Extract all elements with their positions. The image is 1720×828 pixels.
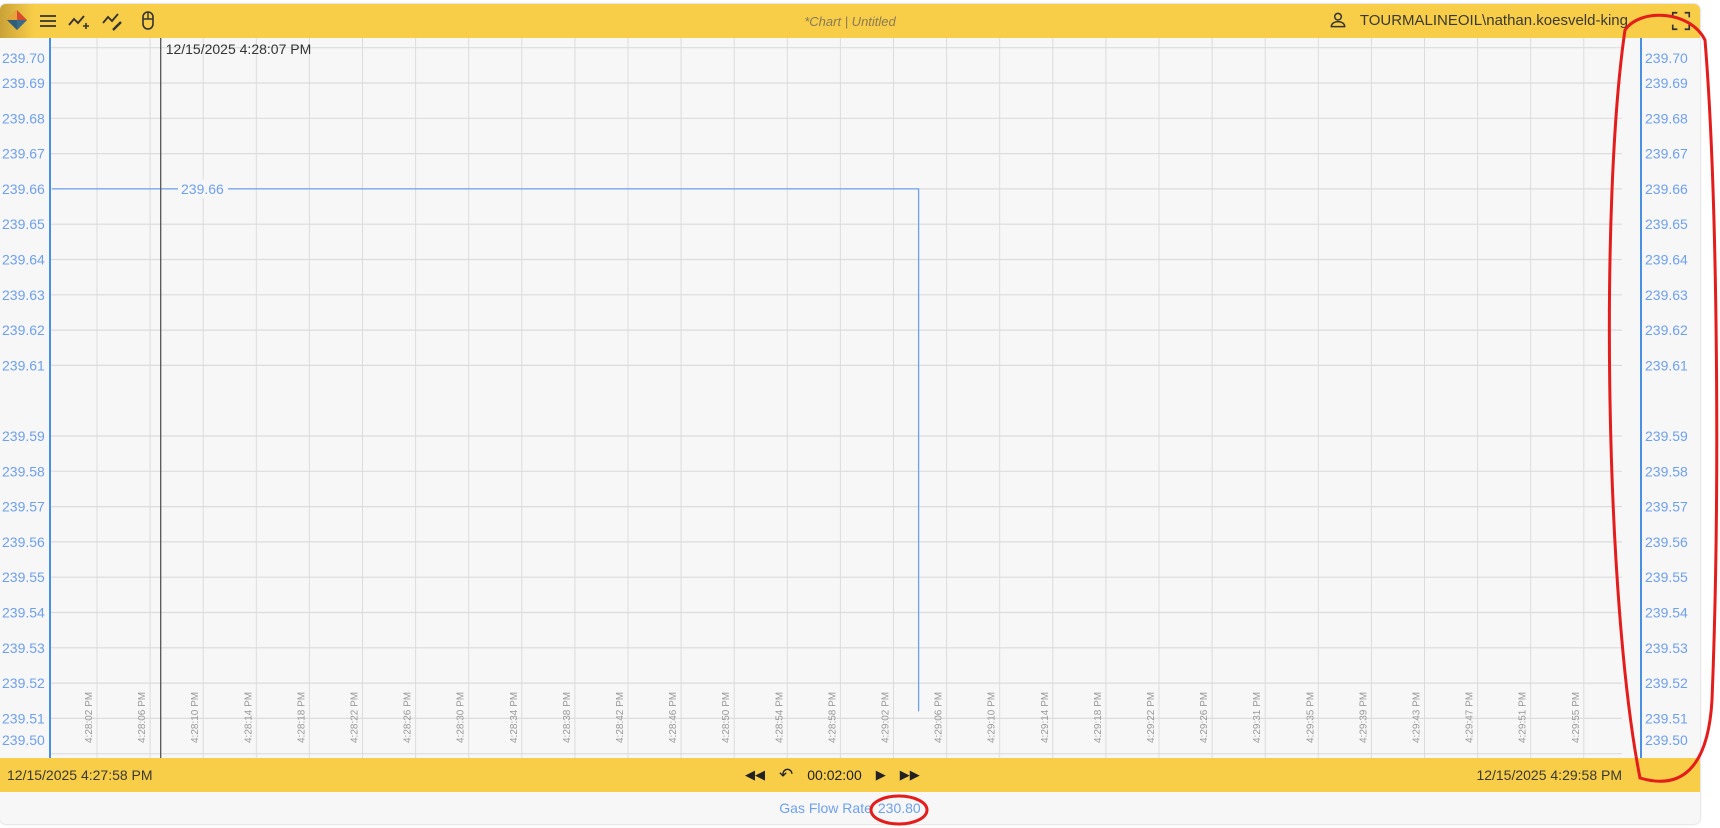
x-axis-tick-label: 4:29:02 PM — [881, 692, 892, 743]
x-axis-tick-label: 4:28:26 PM — [403, 692, 414, 743]
x-axis-tick-label: 4:29:10 PM — [987, 692, 998, 743]
x-axis-tick-label: 4:28:10 PM — [190, 692, 201, 743]
x-axis-tick-label: 4:28:22 PM — [350, 692, 361, 743]
y-axis-left-tick-label: 239.51 — [2, 710, 45, 726]
end-time[interactable]: 12/15/2025 4:29:58 PM — [1476, 767, 1622, 783]
y-axis-left-tick-label: 239.69 — [2, 75, 45, 91]
y-axis-right-tick-label: 239.52 — [1645, 675, 1688, 691]
rewind-button[interactable]: ◀◀ — [745, 767, 765, 783]
x-axis-tick-label: 4:28:06 PM — [137, 692, 148, 743]
x-axis-tick-label: 4:29:43 PM — [1412, 692, 1423, 743]
y-axis-right-tick-label: 239.70 — [1645, 50, 1688, 66]
time-navigation-bar: 12/15/2025 4:27:58 PM ◀◀ ↶ 00:02:00 ▶ ▶▶… — [0, 758, 1700, 792]
y-axis-left-tick-label: 239.55 — [2, 569, 45, 585]
y-axis-right-tick-label: 239.66 — [1645, 181, 1688, 197]
y-axis-right-tick-label: 239.53 — [1645, 640, 1688, 656]
y-axis-left-tick-label: 239.67 — [2, 146, 45, 162]
start-time[interactable]: 12/15/2025 4:27:58 PM — [7, 767, 153, 783]
y-axis-right-tick-label: 239.55 — [1645, 569, 1688, 585]
fullscreen-icon[interactable] — [1670, 10, 1692, 32]
x-axis-tick-label: 4:29:35 PM — [1305, 692, 1316, 743]
y-axis-right-tick-label: 239.61 — [1645, 357, 1688, 373]
y-axis-left-tick-label: 239.59 — [2, 428, 45, 444]
x-axis-tick-label: 4:28:38 PM — [562, 692, 573, 743]
y-axis-right-tick-label: 239.65 — [1645, 216, 1688, 232]
x-axis-tick-label: 4:28:54 PM — [774, 692, 785, 743]
y-axis-left-tick-label: 239.56 — [2, 534, 45, 550]
y-axis-right-tick-label: 239.56 — [1645, 534, 1688, 550]
y-axis-right-tick-label: 239.69 — [1645, 75, 1688, 91]
series-line — [52, 188, 920, 712]
y-axis-left-tick-label: 239.68 — [2, 110, 45, 126]
x-axis-tick-label: 4:28:02 PM — [84, 692, 95, 743]
y-axis-right-tick-label: 239.63 — [1645, 287, 1688, 303]
y-axis-left-tick-label: 239.54 — [2, 605, 45, 621]
x-axis-tick-label: 4:28:58 PM — [827, 692, 838, 743]
top-toolbar: *Chart | Untitled TOURMALINEOIL\nathan.k… — [0, 4, 1700, 38]
y-axis-right-tick-label: 239.64 — [1645, 252, 1688, 268]
chart-window: *Chart | Untitled TOURMALINEOIL\nathan.k… — [0, 4, 1700, 824]
y-axis-left-tick-label: 239.61 — [2, 357, 45, 373]
x-axis-tick-label: 4:28:14 PM — [243, 692, 254, 743]
y-axis-right-tick-label: 239.62 — [1645, 322, 1688, 338]
y-axis-left-tick-label: 239.50 — [2, 732, 45, 748]
y-axis-right-tick-label: 239.51 — [1645, 710, 1688, 726]
user-icon — [1330, 12, 1346, 28]
user-name: TOURMALINEOIL\nathan.koesveld-king — [1359, 12, 1628, 29]
y-axis-left-tick-label: 239.65 — [2, 216, 45, 232]
trend-chart[interactable]: 239.70 239.70 239.69 239.69 239.68 239.68 239.… — [0, 38, 1700, 758]
x-axis-tick-label: 4:29:14 PM — [1040, 692, 1051, 743]
series-value-label: 239.66 — [181, 181, 224, 197]
x-axis-tick-label: 4:29:22 PM — [1146, 692, 1157, 743]
y-axis-left-tick-label: 239.57 — [2, 499, 45, 515]
y-axis-left-tick-label: 239.63 — [2, 287, 45, 303]
legend-series-name[interactable]: Gas Flow Rate — [779, 800, 872, 816]
time-cursor-label: 12/15/2025 4:28:07 PM — [166, 41, 312, 57]
y-axis-right-tick-label: 239.50 — [1645, 732, 1688, 748]
x-axis-tick-label: 4:28:50 PM — [721, 692, 732, 743]
x-axis-tick-label: 4:28:42 PM — [615, 692, 626, 743]
x-axis-tick-label: 4:29:47 PM — [1465, 692, 1476, 743]
x-axis-tick-label: 4:29:55 PM — [1571, 692, 1582, 743]
x-axis-tick-label: 4:29:51 PM — [1518, 692, 1529, 743]
x-axis-tick-label: 4:29:39 PM — [1358, 692, 1369, 743]
undo-button[interactable]: ↶ — [779, 765, 793, 785]
y-axis-left-tick-label: 239.58 — [2, 463, 45, 479]
y-axis-right-tick-label: 239.58 — [1645, 463, 1688, 479]
x-axis-tick-label: 4:29:06 PM — [934, 692, 945, 743]
x-axis-tick-label: 4:28:30 PM — [456, 692, 467, 743]
y-axis-right-tick-label: 239.57 — [1645, 499, 1688, 515]
x-axis-tick-label: 4:28:18 PM — [296, 692, 307, 743]
legend-series-value: 230.80 — [877, 800, 921, 816]
legend: Gas Flow Rate 230.80 — [0, 800, 1700, 816]
y-axis-left-tick-label: 239.64 — [2, 252, 45, 268]
fast-forward-button[interactable]: ▶▶ — [900, 767, 920, 783]
y-axis-right-tick-label: 239.67 — [1645, 146, 1688, 162]
play-button[interactable]: ▶ — [876, 767, 886, 783]
x-axis-tick-label: 4:29:18 PM — [1093, 692, 1104, 743]
y-axis-right-tick-label: 239.68 — [1645, 110, 1688, 126]
x-axis-tick-label: 4:29:31 PM — [1252, 692, 1263, 743]
y-axis-right-tick-label: 239.54 — [1645, 605, 1688, 621]
y-axis-left-tick-label: 239.66 — [2, 181, 45, 197]
y-axis-left-tick-label: 239.70 — [2, 50, 45, 66]
y-axis-left-tick-label: 239.52 — [2, 675, 45, 691]
y-axis-right-tick-label: 239.59 — [1645, 428, 1688, 444]
duration-field[interactable]: 00:02:00 — [807, 767, 862, 783]
x-axis-tick-label: 4:28:34 PM — [509, 692, 520, 743]
x-axis-tick-label: 4:29:26 PM — [1199, 692, 1210, 743]
x-axis-tick-label: 4:28:46 PM — [668, 692, 679, 743]
y-axis-left-tick-label: 239.62 — [2, 322, 45, 338]
y-axis-left-tick-label: 239.53 — [2, 640, 45, 656]
